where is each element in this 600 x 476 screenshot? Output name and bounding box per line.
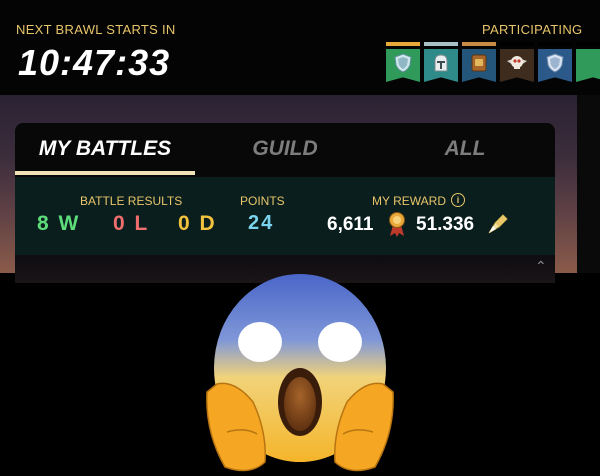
info-icon[interactable]: i	[451, 193, 465, 207]
reward-shards-value: 51.336	[416, 214, 475, 235]
shield-icon	[394, 53, 412, 73]
guild-banner-4[interactable]	[500, 42, 534, 82]
page-scrollbar[interactable]	[577, 95, 600, 273]
draws-count: 0 D	[178, 212, 217, 235]
guild-banner-6[interactable]	[576, 42, 600, 82]
merit-medal-icon	[389, 212, 405, 237]
points-value: 24	[248, 212, 275, 234]
brawl-countdown-timer: 10:47:33	[18, 42, 171, 83]
guild-banner-3[interactable]	[462, 42, 496, 82]
guild-banner-1[interactable]	[386, 42, 420, 82]
skull-wings-icon	[507, 56, 527, 69]
next-brawl-label: NEXT BRAWL STARTS IN	[16, 22, 176, 37]
battles-panel: MY BATTLES GUILD ALL BATTLE RESULTS POIN…	[15, 123, 555, 283]
guild-banner-5[interactable]	[538, 42, 572, 82]
participating-label: PARTICIPATING	[482, 22, 583, 37]
battle-summary: BATTLE RESULTS POINTS MY REWARD i 8 W 0 …	[15, 177, 555, 255]
reward-merits-value: 6,611	[327, 214, 374, 235]
battle-results-label: BATTLE RESULTS	[80, 194, 183, 208]
shard-icon	[488, 214, 508, 234]
screaming-in-fear-emoji-icon	[206, 274, 394, 472]
active-tab-indicator	[15, 171, 195, 175]
tab-all[interactable]: ALL	[375, 137, 555, 177]
scroll-up-icon[interactable]: ⌃	[535, 258, 547, 275]
points-label: POINTS	[240, 194, 285, 208]
knight-helmet-icon	[434, 54, 448, 72]
book-icon	[471, 54, 487, 72]
tab-guild[interactable]: GUILD	[195, 137, 375, 177]
brawl-header: NEXT BRAWL STARTS IN 10:47:33 PARTICIPAT…	[0, 0, 600, 95]
my-reward-label: MY REWARD	[372, 194, 447, 208]
guild-banner-2[interactable]	[424, 42, 458, 82]
participating-guilds	[386, 42, 600, 84]
wins-count: 8 W	[37, 212, 81, 235]
shield-icon	[546, 53, 564, 73]
losses-count: 0 L	[113, 212, 150, 235]
